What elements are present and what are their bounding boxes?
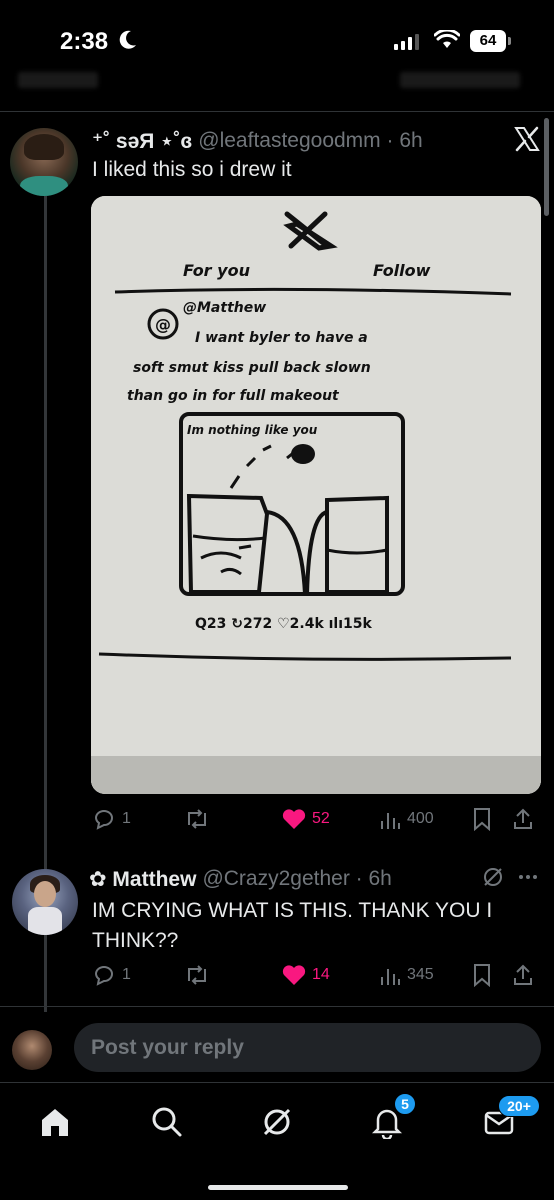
drawing-quoted-line-2: soft smut kiss pull back slown — [133, 360, 371, 376]
cellular-signal-icon — [394, 34, 419, 50]
reply-header: ✿ Matthew @Crazy2gether · 6h — [89, 865, 392, 893]
scrolled-header — [0, 60, 554, 112]
like-button[interactable]: 52 — [282, 808, 330, 830]
x-logo-icon — [514, 126, 540, 152]
view-count: 400 — [407, 810, 434, 827]
views-icon — [381, 813, 400, 829]
reply-view-count: 345 — [407, 966, 434, 983]
moon-icon — [119, 30, 136, 49]
repost-icon — [188, 965, 206, 985]
reply-bookmark-button[interactable] — [472, 963, 492, 987]
reply-reply-button[interactable]: 1 — [92, 963, 131, 987]
home-icon[interactable] — [38, 1105, 72, 1139]
reply-share-button[interactable] — [512, 963, 534, 987]
reply-like-button[interactable]: 14 — [282, 964, 330, 986]
reply-header-icons — [482, 866, 538, 888]
reply-input[interactable]: Post your reply — [74, 1023, 541, 1072]
reply-display-name[interactable]: ✿ Matthew — [89, 867, 196, 892]
scrollbar[interactable] — [544, 118, 549, 216]
drawing-media-caption: Im nothing like you — [187, 423, 318, 437]
bookmark-button[interactable] — [472, 807, 492, 831]
divider — [0, 1006, 554, 1007]
handle-time[interactable]: @leaftastegoodmm · 6h — [198, 129, 422, 153]
reply-avatar[interactable] — [12, 869, 78, 935]
repost-button[interactable] — [184, 807, 210, 831]
grok-icon[interactable] — [482, 866, 504, 888]
svg-text:@: @ — [155, 315, 171, 334]
reply-repost-button[interactable] — [184, 963, 210, 987]
tweet-actions: 1 52 400 — [92, 806, 542, 832]
reply-views-button[interactable]: 345 — [379, 964, 434, 986]
bookmark-icon — [474, 808, 490, 831]
wifi-icon — [434, 30, 460, 48]
tab-bar: 5 20+ — [0, 1082, 554, 1200]
tweet-text: I liked this so i drew it — [92, 158, 292, 181]
reply-count: 1 — [122, 810, 131, 827]
heart-icon — [282, 965, 306, 985]
bookmark-icon — [474, 964, 490, 987]
share-icon — [514, 964, 532, 985]
my-avatar — [12, 1030, 52, 1070]
reply-actions: 1 14 345 — [92, 962, 542, 988]
reply-handle-time[interactable]: @Crazy2gether · 6h — [202, 867, 391, 891]
reply-icon — [94, 966, 113, 986]
battery-tip — [508, 37, 511, 45]
heart-icon — [282, 809, 306, 829]
drawing-tab-for-you: For you — [183, 261, 250, 280]
drawing-svg: For you Follow @ @Matthew I want byler t… — [91, 196, 541, 794]
grok-tab-icon[interactable] — [260, 1105, 294, 1139]
search-icon[interactable] — [150, 1105, 184, 1139]
drawing-quoted-line-3: than go in for full makeout — [127, 388, 340, 404]
avatar[interactable] — [10, 128, 78, 196]
drawing-quoted-stats: Q23 ↻272 ♡2.4k ılı15k — [195, 616, 373, 632]
views-icon — [381, 969, 400, 985]
drawing-tab-follow: Follow — [373, 261, 431, 280]
reply-reply-count: 1 — [122, 966, 131, 983]
like-count: 52 — [312, 810, 330, 827]
drawing-quoted-line-1: I want byler to have a — [195, 330, 368, 346]
reply-like-count: 14 — [312, 966, 330, 983]
share-icon — [514, 808, 532, 829]
clock: 2:38 — [60, 28, 109, 55]
display-name[interactable]: ⁺˚ səЯ ⋆˚ɞ — [92, 129, 192, 154]
tweet-header: ⁺˚ səЯ ⋆˚ɞ @leaftastegoodmm · 6h — [92, 127, 423, 155]
reply-icon — [94, 810, 113, 830]
messages-badge: 20+ — [498, 1095, 540, 1117]
reply-text: IM CRYING WHAT IS THIS. THANK YOU I THIN… — [92, 899, 493, 952]
drawing-quoted-user: @Matthew — [183, 300, 266, 316]
share-button[interactable] — [512, 807, 534, 831]
tweet-media-drawing[interactable]: For you Follow @ @Matthew I want byler t… — [91, 196, 541, 794]
more-options-icon[interactable] — [518, 874, 538, 880]
reply-button[interactable]: 1 — [92, 807, 131, 831]
home-indicator — [208, 1185, 348, 1190]
views-button[interactable]: 400 — [379, 808, 434, 830]
repost-icon — [188, 809, 206, 829]
battery-indicator: 64 — [470, 30, 506, 52]
notifications-badge: 5 — [394, 1093, 416, 1115]
